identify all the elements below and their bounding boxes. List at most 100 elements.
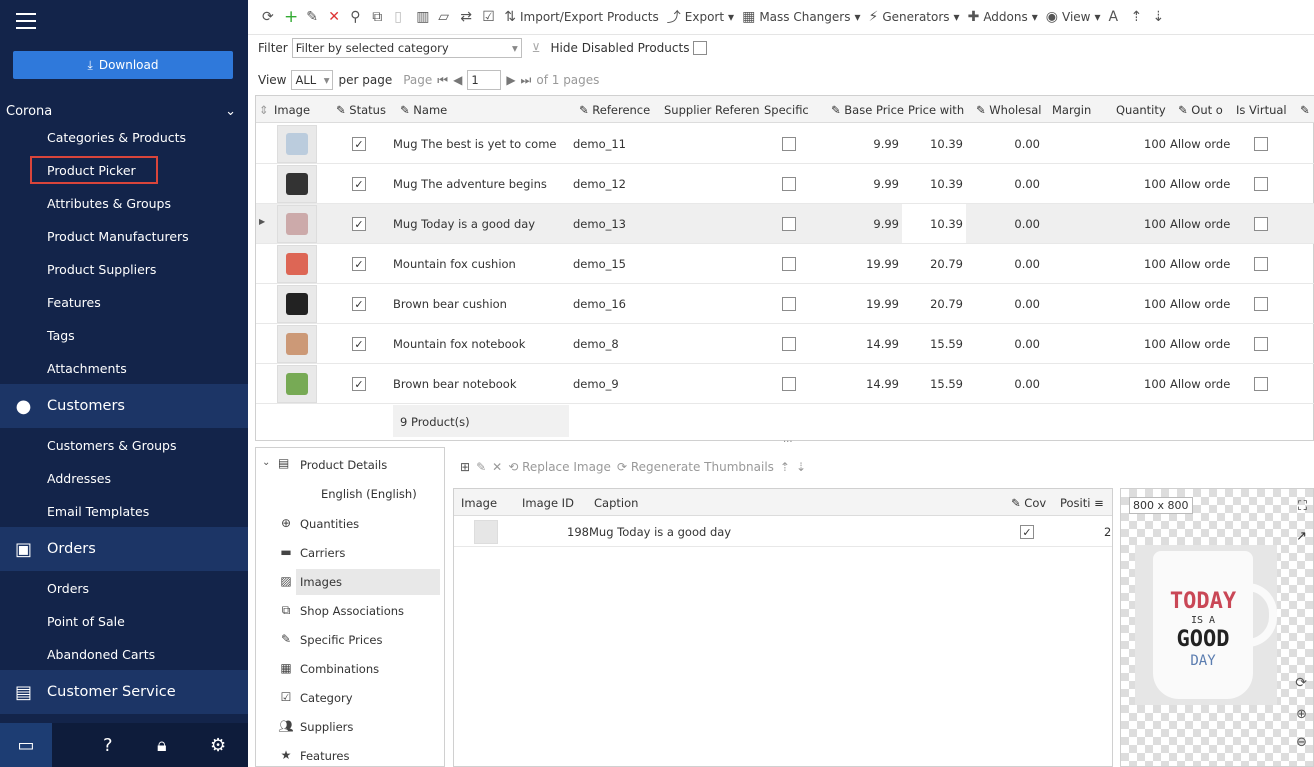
sidebar-item-tags[interactable]: Tags: [47, 328, 75, 343]
specific-checkbox[interactable]: [782, 137, 796, 151]
table-row[interactable]: ✓ Mug The best is yet to come demo_11 9.99 1…: [256, 124, 1314, 164]
table-row[interactable]: ✓ Mountain fox notebook demo_8 14.99 15.59 0.…: [256, 324, 1314, 364]
tree-item[interactable]: Shop Associations: [300, 604, 404, 618]
status-checkbox[interactable]: ✓: [352, 337, 366, 351]
status-checkbox[interactable]: ✓: [352, 377, 366, 391]
sidebar-section-customers[interactable]: ● Customers: [0, 384, 248, 428]
delete-icon[interactable]: ✕: [492, 460, 502, 474]
replace-image-button[interactable]: ⟲ Replace Image: [508, 460, 611, 474]
col-is-virtual[interactable]: Is Virtual: [1236, 103, 1287, 117]
checklist-icon[interactable]: ☑: [478, 5, 500, 29]
col-base-price[interactable]: ✎ Base Price: [831, 103, 904, 117]
addons-button[interactable]: ✚ Addons ▾: [964, 5, 1042, 29]
add-icon[interactable]: +: [280, 5, 302, 29]
sidebar-item-point-of-sale[interactable]: Point of Sale: [47, 614, 125, 629]
store-selector[interactable]: Corona ⌄: [0, 98, 248, 124]
search-icon[interactable]: ⚲: [346, 5, 368, 29]
table-row[interactable]: ✓ Brown bear notebook demo_9 14.99 15.59 0.00…: [256, 364, 1314, 404]
is-virtual-checkbox[interactable]: [1254, 377, 1268, 391]
paste-icon[interactable]: ▯: [390, 5, 412, 29]
table-row[interactable]: ✓ Brown bear cushion demo_16 19.99 20.79 0.00…: [256, 284, 1314, 324]
col-name[interactable]: ✎ Name: [400, 103, 447, 117]
copy-icon[interactable]: ⧉: [368, 5, 390, 29]
tree-item[interactable]: Carriers: [300, 546, 345, 560]
col-margin[interactable]: Margin: [1052, 103, 1091, 117]
sidebar-item-customers-groups[interactable]: Customers & Groups: [47, 438, 177, 453]
status-checkbox[interactable]: ✓: [352, 177, 366, 191]
next-page-icon[interactable]: ▶: [506, 73, 515, 87]
is-virtual-checkbox[interactable]: [1254, 217, 1268, 231]
col-specific[interactable]: Specific: [764, 103, 809, 117]
sidebar-section-orders[interactable]: ▣ Orders: [0, 527, 248, 571]
is-virtual-checkbox[interactable]: [1254, 137, 1268, 151]
tree-language[interactable]: English (English): [321, 487, 417, 501]
shuffle-icon[interactable]: ⇄: [456, 5, 478, 29]
is-virtual-checkbox[interactable]: [1254, 177, 1268, 191]
inbox-icon[interactable]: ▭: [0, 723, 52, 767]
col-wholesale[interactable]: ✎ Wholesal: [976, 103, 1042, 117]
hide-disabled-checkbox[interactable]: [693, 41, 708, 55]
move-down-icon[interactable]: ⇣: [1149, 5, 1171, 29]
col-caption[interactable]: Caption: [594, 496, 638, 510]
sidebar-item-attributes-groups[interactable]: Attributes & Groups: [47, 196, 171, 211]
gear-icon[interactable]: ⚙: [210, 735, 226, 756]
edit-icon[interactable]: ✎: [302, 5, 324, 29]
is-virtual-checkbox[interactable]: [1254, 337, 1268, 351]
mass-changers-button[interactable]: ▦ Mass Changers ▾: [738, 5, 864, 29]
refresh-icon[interactable]: ⟳: [258, 5, 280, 29]
col-cover[interactable]: ✎ Cov: [1011, 496, 1046, 510]
fit-icon[interactable]: ⛶: [1298, 499, 1307, 514]
prev-page-icon[interactable]: ◀: [453, 73, 462, 87]
table-row[interactable]: ✓ Mug The adventure begins demo_12 9.99 10.3…: [256, 164, 1314, 204]
sidebar-item-product-suppliers[interactable]: Product Suppliers: [47, 262, 156, 277]
rotate-icon[interactable]: ⟳: [1295, 675, 1307, 691]
sidebar-section-customer-service[interactable]: ▤ Customer Service: [0, 670, 248, 714]
table-row[interactable]: ✓ Mountain fox cushion demo_15 19.99 20.79 0.…: [256, 244, 1314, 284]
edit-icon[interactable]: ✎: [476, 460, 486, 474]
status-checkbox[interactable]: ✓: [352, 217, 366, 231]
status-checkbox[interactable]: ✓: [352, 297, 366, 311]
regenerate-thumbnails-button[interactable]: ⟳ Regenerate Thumbnails: [617, 460, 774, 474]
add-image-icon[interactable]: ⊞: [460, 460, 470, 474]
export-button[interactable]: ⤴ Export ▾: [663, 5, 738, 29]
download-button[interactable]: ⤓ Download: [13, 51, 233, 79]
lock-icon[interactable]: 🔒︎: [157, 735, 167, 756]
tree-root[interactable]: Product Details: [300, 458, 387, 472]
zoom-out-icon[interactable]: ⊖: [1296, 735, 1307, 750]
col-image[interactable]: Image: [274, 103, 310, 117]
columns-icon[interactable]: ▥: [412, 5, 434, 29]
category-filter-select[interactable]: Filter by selected category ▾: [291, 38, 522, 58]
move-up-icon[interactable]: ⇡: [780, 460, 790, 474]
page-input[interactable]: 1: [467, 70, 502, 90]
col-image[interactable]: Image: [461, 496, 497, 510]
collapse-icon[interactable]: ⌄: [262, 457, 270, 468]
sidebar-item-abandoned-carts[interactable]: Abandoned Carts: [47, 647, 155, 662]
is-virtual-checkbox[interactable]: [1254, 257, 1268, 271]
tree-item[interactable]: Specific Prices: [300, 633, 382, 647]
is-virtual-checkbox[interactable]: [1254, 297, 1268, 311]
sidebar-item-product-manufacturers[interactable]: Product Manufacturers: [47, 229, 189, 244]
col-position[interactable]: Positi ≡: [1060, 496, 1104, 510]
tree-item[interactable]: Combinations: [300, 662, 379, 676]
sidebar-item-addresses[interactable]: Addresses: [47, 471, 111, 486]
specific-checkbox[interactable]: [782, 177, 796, 191]
col-image-id[interactable]: Image ID: [522, 496, 574, 510]
col-reference[interactable]: ✎ Reference: [579, 103, 650, 117]
tree-item[interactable]: Quantities: [300, 517, 359, 531]
image-row[interactable]: 198 Mug Today is a good day ✓ 2: [454, 517, 1112, 547]
sidebar-item-orders[interactable]: Orders: [47, 581, 89, 596]
sidebar-item-email-templates[interactable]: Email Templates: [47, 504, 149, 519]
open-external-icon[interactable]: ↗: [1296, 529, 1307, 544]
import-export-button[interactable]: ⇅ Import/Export Products: [500, 5, 663, 29]
status-checkbox[interactable]: ✓: [352, 257, 366, 271]
col-supplier-reference[interactable]: Supplier Referen: [664, 103, 760, 117]
sidebar-item-categories-products[interactable]: Categories & Products: [47, 130, 186, 145]
delete-icon[interactable]: ✕: [324, 5, 346, 29]
specific-checkbox[interactable]: [782, 297, 796, 311]
font-size-icon[interactable]: A: [1105, 5, 1127, 29]
move-up-icon[interactable]: ⇡: [1127, 5, 1149, 29]
first-page-icon[interactable]: ⏮: [437, 73, 448, 88]
tree-item[interactable]: Features: [300, 749, 349, 763]
view-button[interactable]: ◉ View ▾: [1042, 5, 1105, 29]
col-status[interactable]: ✎ Status: [336, 103, 386, 117]
